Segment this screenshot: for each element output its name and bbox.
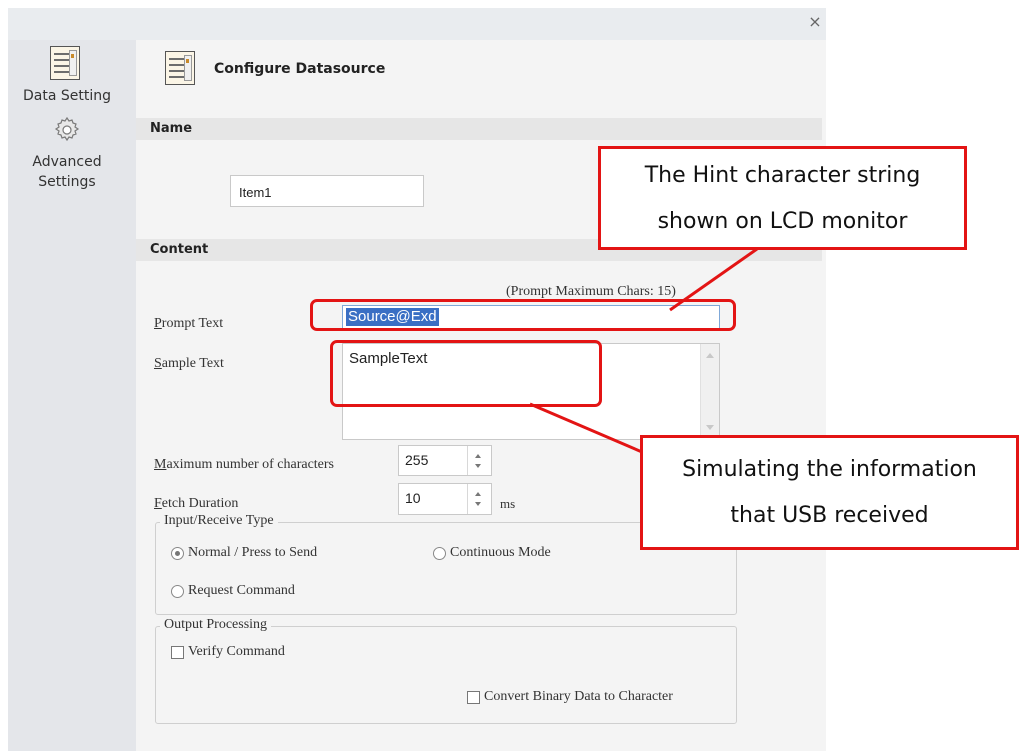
usb-callout-line2: that USB received [730,503,929,528]
hint-callout-line2: shown on LCD monitor [657,209,908,234]
usb-callout-line1: Simulating the information [682,457,977,482]
prompt-text-highlight [310,299,736,331]
sample-text-highlight [330,340,602,407]
usb-callout: Simulating the information that USB rece… [640,435,1019,550]
hint-callout: The Hint character string shown on LCD m… [598,146,967,250]
hint-callout-line1: The Hint character string [644,163,921,188]
